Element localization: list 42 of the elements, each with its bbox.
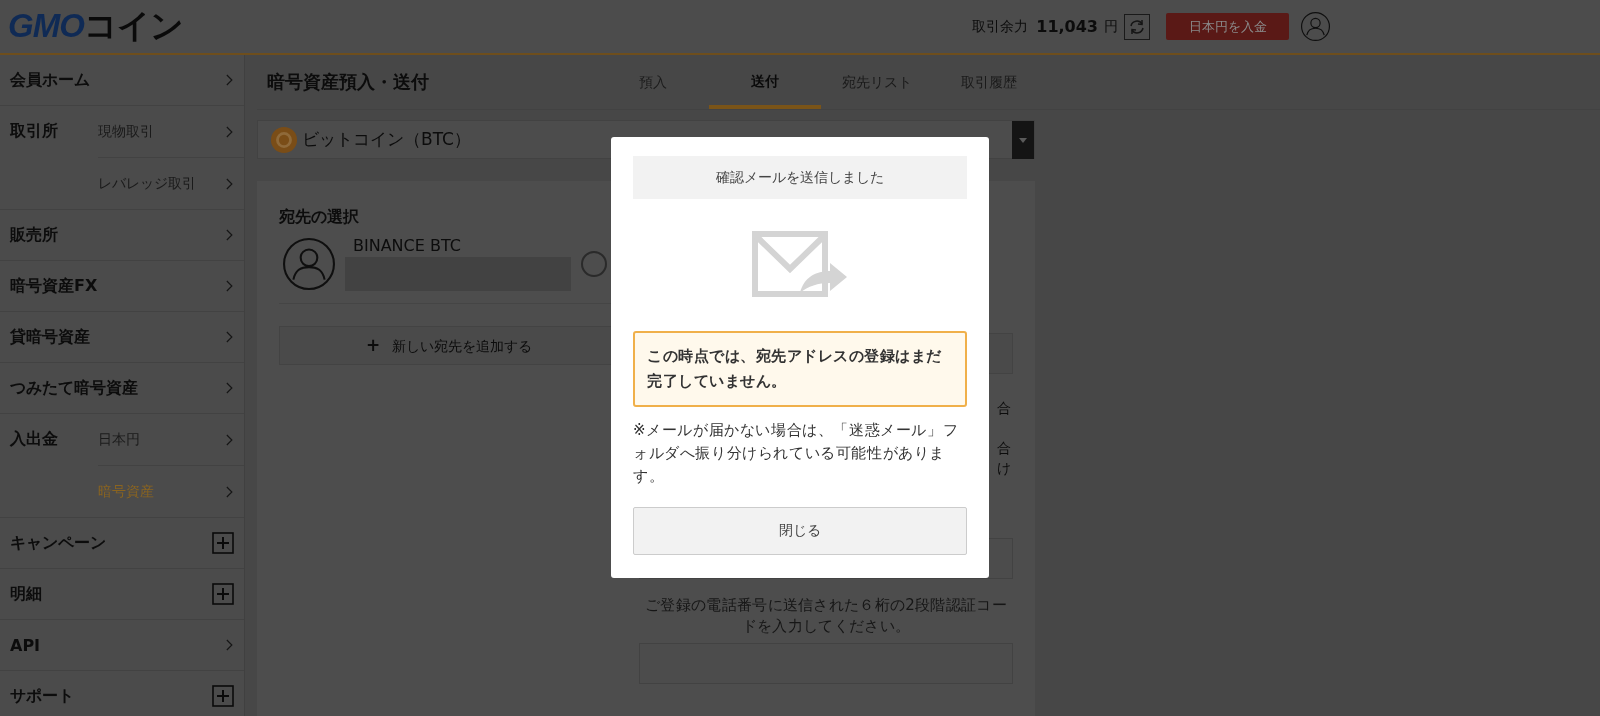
sidebar-subitem[interactable]: 暗号資産 [98, 482, 154, 501]
radio-button[interactable] [581, 250, 607, 277]
mail-send-icon [752, 231, 848, 297]
logo[interactable]: GMOコイン [8, 4, 183, 49]
sidebar-item[interactable]: 貸暗号資産 [10, 326, 90, 348]
close-button[interactable]: 閉じる [633, 507, 967, 555]
text-fragment: 合 [997, 439, 1011, 458]
deposit-button[interactable]: 日本円を入金 [1166, 13, 1289, 40]
tab[interactable]: 送付 [709, 55, 821, 109]
chevron-icon [224, 637, 234, 653]
chevron-icon [224, 72, 234, 88]
coin-icon [270, 125, 298, 154]
balance-label: 取引余力 [972, 17, 1029, 36]
sidebar-item[interactable]: つみたて暗号資産 [10, 377, 138, 399]
expand-icon[interactable] [212, 532, 234, 554]
user-icon[interactable] [1301, 12, 1330, 41]
dialog-title: 確認メールを送信しました [633, 156, 967, 199]
expand-icon[interactable] [212, 583, 234, 605]
balance-value: 11,043 [1036, 17, 1098, 36]
sidebar-item[interactable]: 明細 [10, 583, 42, 605]
sidebar-item[interactable]: 販売所 [10, 224, 58, 246]
sidebar-item[interactable]: API [10, 635, 41, 655]
warning-message: この時点では、宛先アドレスの登録はまだ完了していません。 [633, 331, 967, 407]
chevron-icon [224, 329, 234, 345]
note-text: ※メールが届かない場合は、「迷惑メール」フォルダへ振り分けられている可能性があります。 [633, 420, 960, 487]
text-fragment: 合 [997, 399, 1011, 418]
address-name: BINANCE BTC [353, 236, 462, 255]
sidebar-item[interactable]: 入出金 [10, 414, 58, 450]
expand-icon[interactable] [212, 685, 234, 707]
text-fragment: け [997, 459, 1011, 478]
chevron-icon [224, 278, 234, 294]
avatar-icon [283, 237, 335, 290]
sidebar-item[interactable]: 会員ホーム [10, 69, 90, 91]
sidebar-item[interactable]: 取引所 [10, 106, 58, 142]
refresh-icon[interactable] [1124, 13, 1150, 40]
chevron-icon [224, 227, 234, 243]
page-title: 暗号資産預入・送付 [266, 70, 430, 94]
chevron-icon [224, 380, 234, 396]
sidebar-item[interactable]: 暗号資産FX [10, 275, 98, 297]
section-heading: 宛先の選択 [279, 207, 360, 228]
sidebar-item[interactable]: キャンペーン [10, 532, 106, 554]
sidebar-item[interactable]: サポート [10, 685, 74, 707]
